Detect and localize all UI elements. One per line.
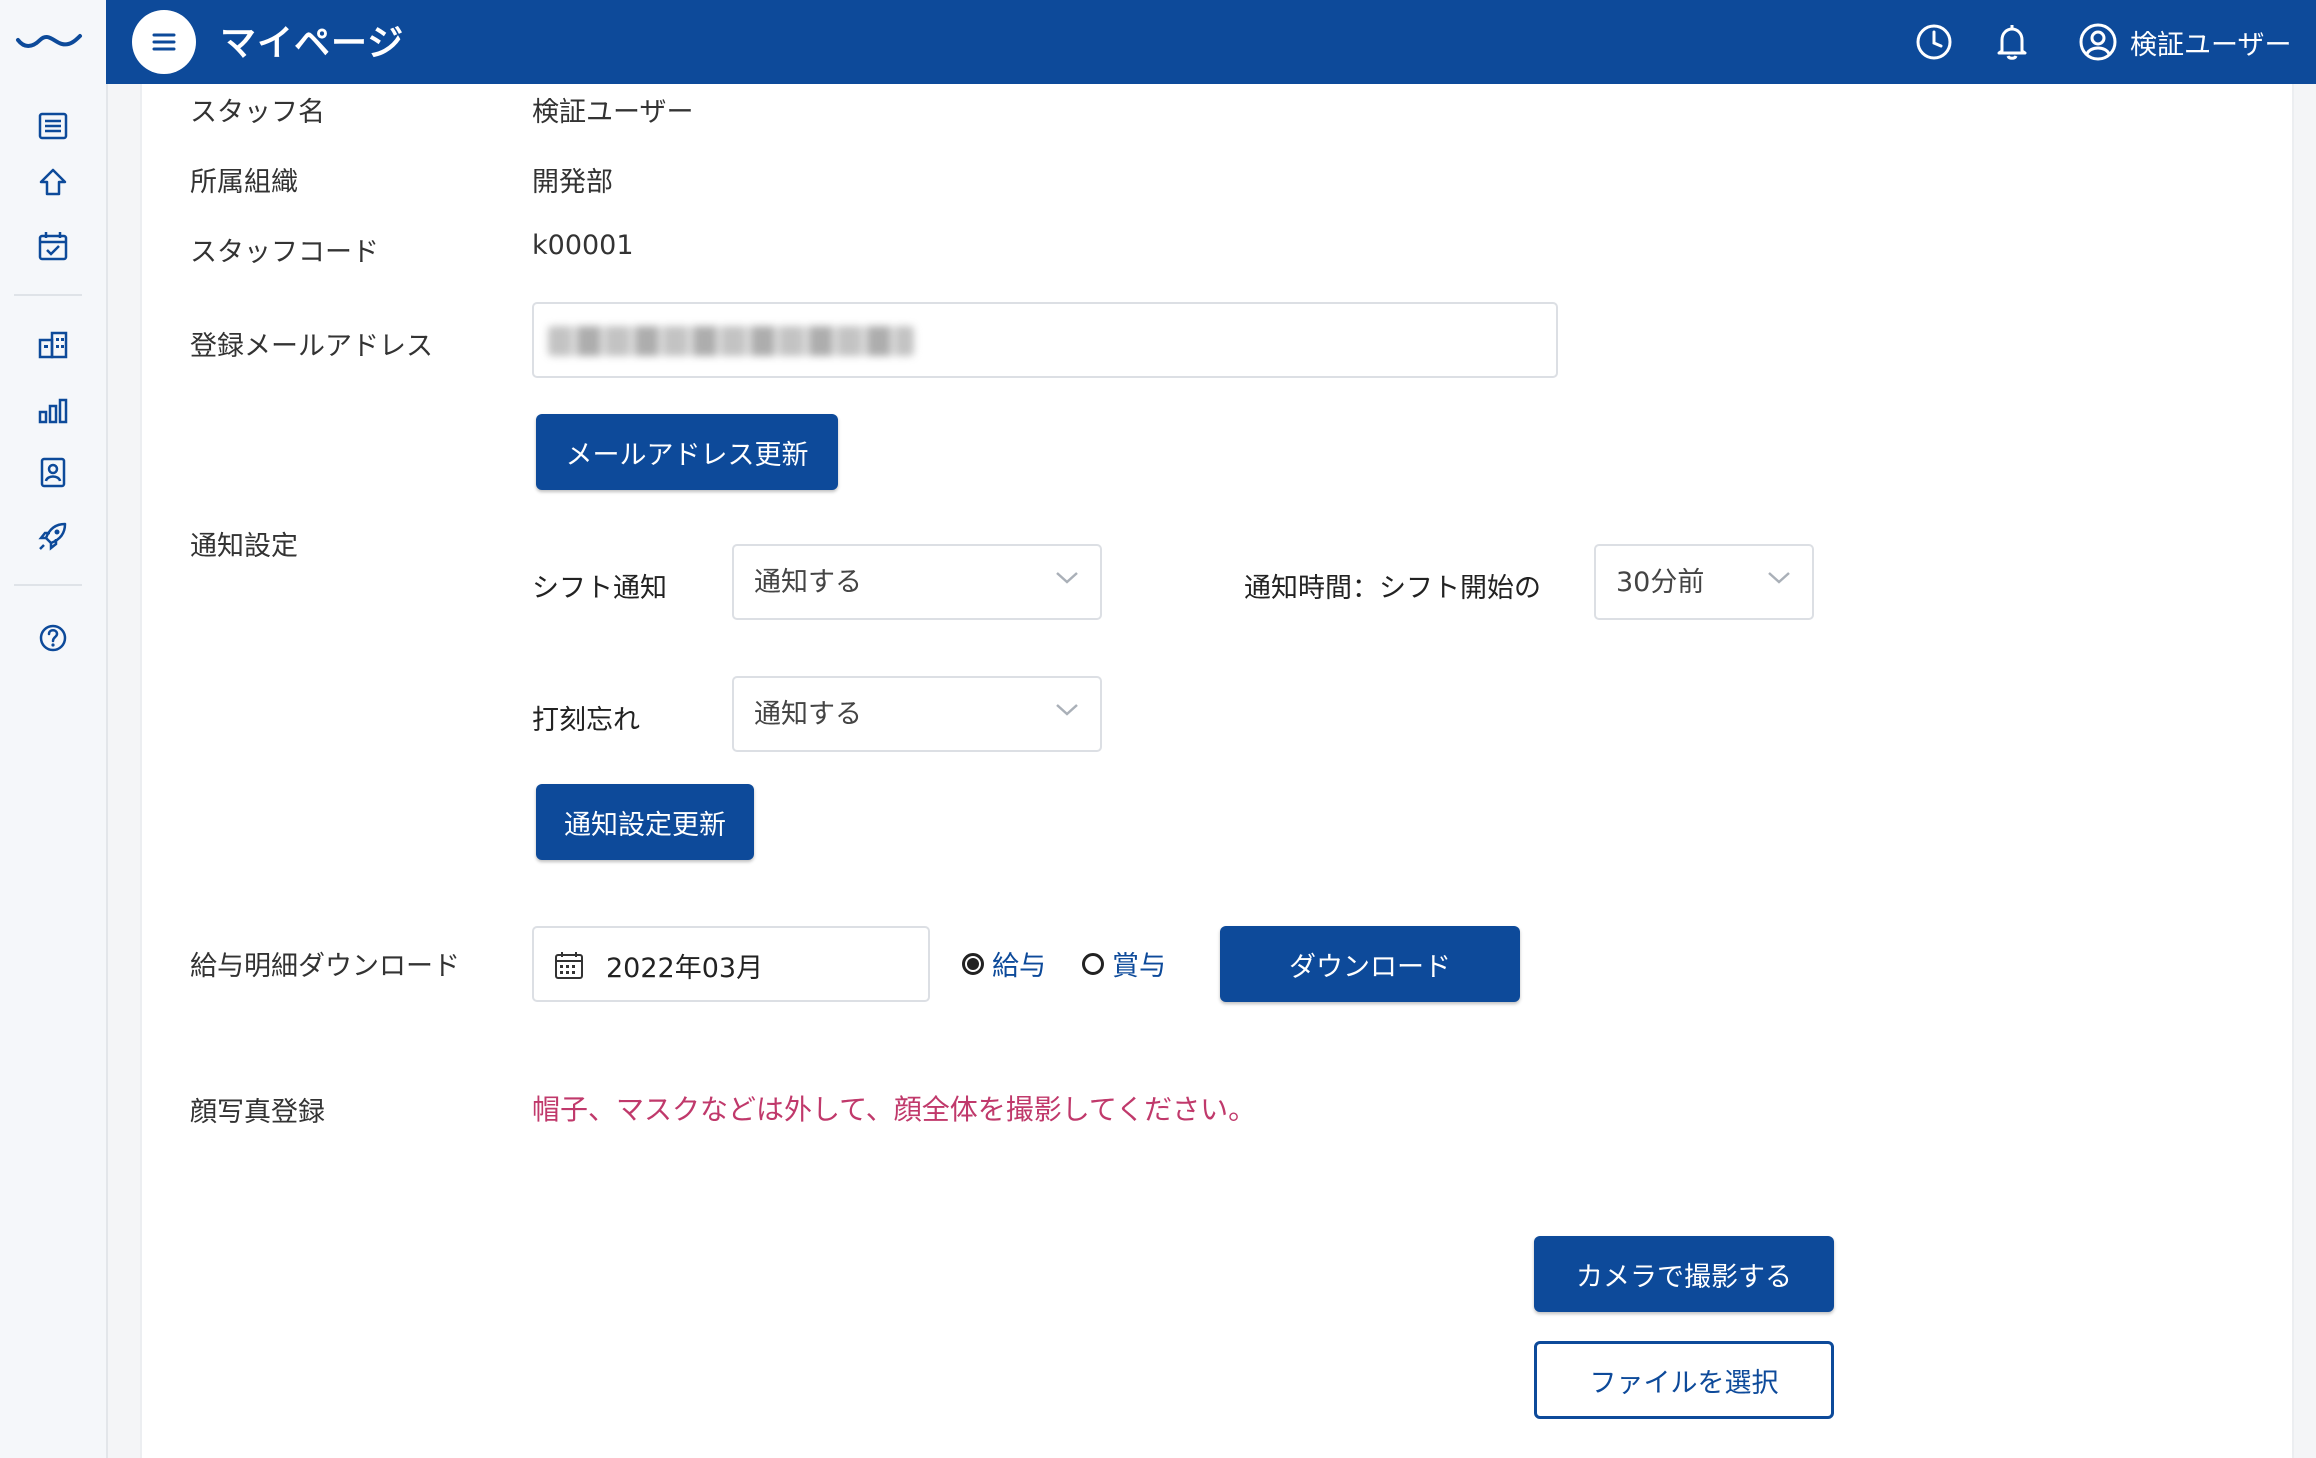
radio-salary-circle — [962, 952, 984, 975]
file-select-button[interactable]: ファイルを選択 — [1534, 1341, 1834, 1419]
chevron-down-icon — [1056, 704, 1078, 716]
payslip-download-button[interactable]: ダウンロード — [1220, 926, 1520, 1002]
redacted-email — [548, 326, 914, 356]
top-header: マイページ 検証ユーザー — [106, 0, 2316, 84]
building-icon[interactable] — [0, 316, 106, 372]
chevron-down-icon — [1056, 572, 1078, 584]
staff-code-value: k00001 — [532, 230, 634, 261]
menu-icon — [152, 33, 176, 51]
id-card-icon[interactable] — [0, 444, 106, 500]
list-icon[interactable] — [0, 98, 106, 154]
staff-name-value: 検証ユーザー — [532, 97, 694, 128]
brand-logo[interactable] — [14, 18, 84, 54]
user-circle-icon — [2079, 23, 2117, 61]
calendar-icon — [555, 952, 583, 979]
email-label: 登録メールアドレス — [190, 331, 433, 362]
bar-chart-icon[interactable] — [0, 382, 106, 438]
notification-time-value: 30分前 — [1616, 567, 1705, 598]
face-photo-label: 顔写真登録 — [190, 1097, 325, 1128]
notification-time-label: 通知時間：シフト開始の — [1244, 573, 1541, 604]
camera-button[interactable]: カメラで撮影する — [1534, 1236, 1834, 1312]
org-value: 開発部 — [532, 167, 613, 198]
notification-time-select[interactable]: 30分前 — [1594, 544, 1814, 620]
shift-notification-select[interactable]: 通知する — [732, 544, 1102, 620]
user-menu[interactable]: 検証ユーザー — [2078, 14, 2291, 70]
page-title: マイページ — [220, 23, 405, 64]
radio-bonus-label: 賞与 — [1112, 951, 1166, 982]
email-field[interactable] — [532, 302, 1558, 378]
menu-button[interactable] — [132, 10, 196, 74]
clock-forgot-select[interactable]: 通知する — [732, 676, 1102, 752]
calendar-check-icon[interactable] — [0, 218, 106, 274]
face-photo-notice: 帽子、マスクなどは外して、顔全体を撮影してください。 — [532, 1093, 1257, 1126]
notification-update-button[interactable]: 通知設定更新 — [536, 784, 754, 860]
radio-bonus-circle — [1082, 952, 1104, 975]
notification-section-label: 通知設定 — [190, 531, 298, 562]
chevron-down-icon — [1768, 572, 1790, 584]
radio-salary[interactable]: 給与 — [962, 944, 1046, 983]
shift-notification-label: シフト通知 — [532, 573, 667, 604]
payslip-label: 給与明細ダウンロード — [190, 951, 460, 982]
payslip-month-field[interactable]: 2022年03月 — [532, 926, 930, 1002]
clock-forgot-value: 通知する — [754, 699, 862, 730]
bell-icon[interactable] — [1984, 14, 2040, 70]
email-update-button[interactable]: メールアドレス更新 — [536, 414, 838, 490]
payslip-month-value: 2022年03月 — [606, 953, 764, 984]
org-label: 所属組織 — [190, 167, 298, 198]
sidebar-divider — [14, 294, 82, 296]
radio-salary-label: 給与 — [992, 951, 1046, 982]
staff-code-label: スタッフコード — [190, 237, 379, 268]
clock-forgot-label: 打刻忘れ — [532, 705, 640, 736]
help-icon[interactable] — [0, 610, 106, 666]
user-name: 検証ユーザー — [2130, 29, 2292, 61]
mypage-content: スタッフ名 検証ユーザー 所属組織 開発部 スタッフコード k00001 登録メ… — [140, 84, 2294, 1458]
clock-icon[interactable] — [1906, 14, 1962, 70]
shift-notification-value: 通知する — [754, 567, 862, 598]
radio-bonus[interactable]: 賞与 — [1082, 944, 1166, 983]
home-icon[interactable] — [0, 154, 106, 210]
sidebar — [0, 0, 108, 1458]
staff-name-label: スタッフ名 — [190, 97, 325, 128]
sidebar-divider — [14, 584, 82, 586]
rocket-icon[interactable] — [0, 508, 106, 564]
